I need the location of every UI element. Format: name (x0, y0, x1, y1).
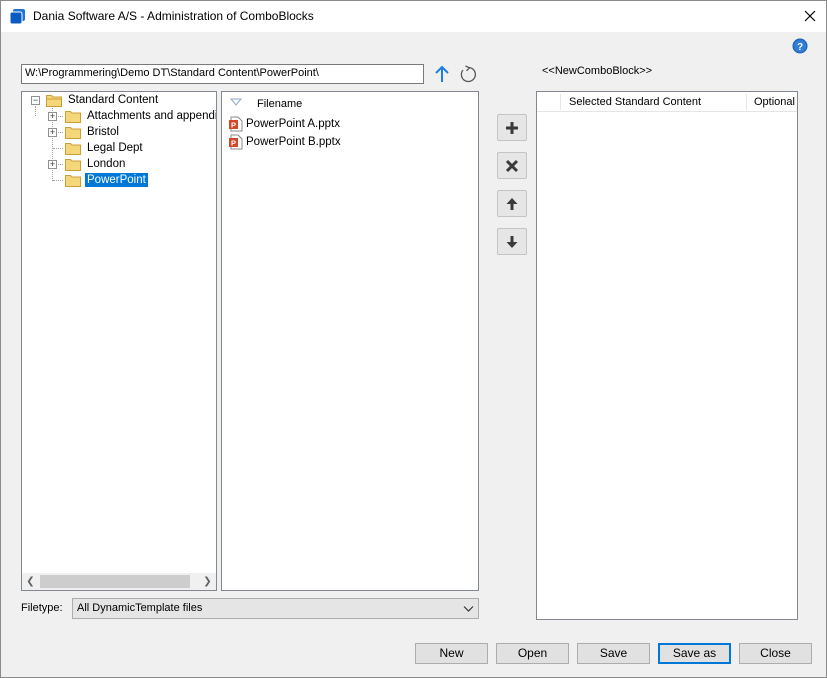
filename-column-header: Filename (257, 98, 303, 110)
tree-item-label: Legal Dept (87, 142, 143, 154)
filetype-label: Filetype: (21, 602, 63, 614)
selected-list-header: Selected Standard Content Optional (537, 92, 797, 112)
move-down-icon (506, 235, 518, 248)
scrollbar-thumb[interactable] (40, 575, 190, 588)
tree-item-attachments[interactable]: Attachments and appendices (65, 108, 217, 124)
sort-down-icon (230, 98, 242, 106)
scroll-right-icon[interactable]: ❯ (199, 573, 216, 590)
folder-tree[interactable]: − Standard Content + Attachments and app… (21, 91, 217, 591)
remove-button[interactable] (497, 152, 527, 179)
svg-text:P: P (231, 139, 236, 148)
file-name: PowerPoint B.pptx (246, 136, 341, 148)
tree-item-label: Bristol (87, 126, 119, 138)
file-list-header[interactable]: Filename (222, 92, 478, 114)
file-item[interactable]: P PowerPoint A.pptx (228, 116, 340, 132)
arrow-up-icon[interactable] (433, 65, 451, 83)
scroll-left-icon[interactable]: ❮ (22, 573, 39, 590)
folder-icon (65, 174, 81, 187)
selected-content-column-header[interactable]: Selected Standard Content (569, 96, 701, 108)
expand-toggle[interactable]: + (48, 112, 57, 121)
collapse-toggle[interactable]: − (31, 96, 40, 105)
help-icon[interactable]: ? (792, 38, 808, 54)
save-button[interactable]: Save (577, 643, 650, 664)
save-as-button[interactable]: Save as (658, 643, 731, 664)
refresh-icon[interactable] (459, 65, 477, 83)
tree-root[interactable]: Standard Content (46, 92, 160, 108)
tree-item-label: PowerPoint (85, 173, 148, 187)
chevron-down-icon (463, 606, 474, 612)
filetype-select[interactable]: All DynamicTemplate files (72, 598, 479, 619)
path-input[interactable]: W:\Programmering\Demo DT\Standard Conten… (21, 64, 424, 84)
selected-content-list[interactable]: Selected Standard Content Optional (536, 91, 798, 620)
horizontal-scrollbar[interactable]: ❮ ❯ (22, 573, 216, 590)
folder-icon (65, 158, 81, 171)
close-button[interactable]: Close (739, 643, 812, 664)
tree-item-bristol[interactable]: Bristol (65, 124, 121, 140)
filetype-value: All DynamicTemplate files (77, 602, 203, 614)
file-name: PowerPoint A.pptx (246, 118, 340, 130)
open-button[interactable]: Open (496, 643, 569, 664)
move-up-button[interactable] (497, 190, 527, 217)
file-item[interactable]: P PowerPoint B.pptx (228, 134, 341, 150)
column-divider[interactable] (560, 94, 561, 110)
app-icon (9, 9, 25, 25)
close-icon[interactable] (800, 6, 820, 26)
powerpoint-file-icon: P (229, 116, 243, 132)
tree-item-label: Attachments and appendices (87, 110, 217, 122)
tree-item-powerpoint[interactable]: PowerPoint (65, 172, 148, 188)
tree-item-label: London (87, 158, 126, 170)
window-title: Dania Software A/S - Administration of C… (33, 9, 314, 23)
folder-icon (65, 110, 81, 123)
optional-column-header[interactable]: Optional (754, 96, 795, 108)
dialog-window: Dania Software A/S - Administration of C… (0, 0, 827, 678)
powerpoint-file-icon: P (229, 134, 243, 150)
tree-root-label: Standard Content (68, 94, 159, 106)
folder-icon (65, 126, 81, 139)
file-list[interactable]: Filename P PowerPoint A.pptx P PowerPoin… (221, 91, 479, 591)
add-button[interactable] (497, 114, 527, 141)
expand-toggle[interactable]: + (48, 128, 57, 137)
column-divider[interactable] (746, 94, 747, 110)
remove-icon (505, 159, 519, 172)
folder-icon (65, 142, 81, 155)
expand-toggle[interactable]: + (48, 160, 57, 169)
move-down-button[interactable] (497, 228, 527, 255)
add-icon (506, 121, 518, 134)
tree-item-london[interactable]: London (65, 156, 127, 172)
move-up-icon (506, 197, 518, 210)
svg-text:?: ? (797, 42, 803, 53)
new-button[interactable]: New (415, 643, 488, 664)
svg-text:P: P (231, 121, 236, 130)
title-bar: Dania Software A/S - Administration of C… (1, 1, 826, 32)
folder-open-icon (46, 94, 62, 107)
tree-item-legal-dept[interactable]: Legal Dept (65, 140, 145, 156)
combo-block-name: <<NewComboBlock>> (542, 65, 653, 77)
